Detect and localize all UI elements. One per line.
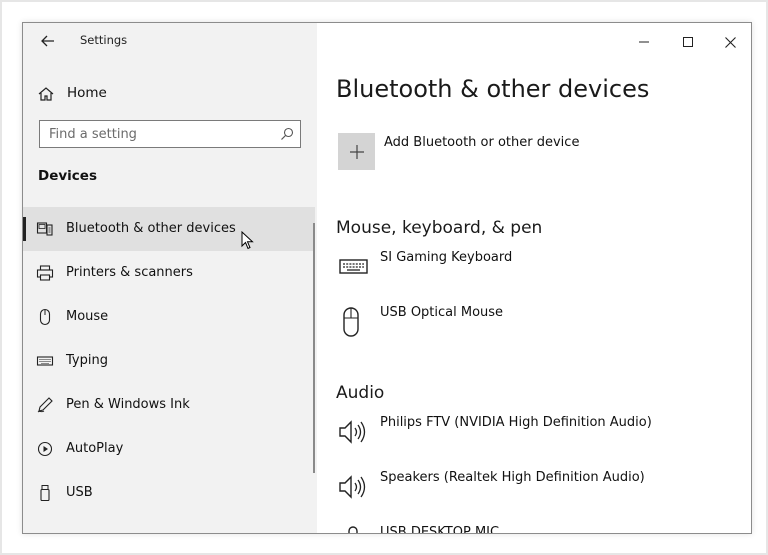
sidebar-item-label: Bluetooth & other devices [66,221,236,236]
sidebar-item-label: Mouse [66,309,109,324]
search-box[interactable] [39,120,301,148]
sidebar: Settings Home Devices Bluetooth & other … [23,23,317,533]
sidebar-item-bluetooth[interactable]: Bluetooth & other devices [23,207,315,251]
autoplay-icon [37,441,53,457]
maximize-button[interactable] [677,31,699,53]
home-icon [38,87,54,101]
maximize-icon [683,37,693,47]
sidebar-item-mouse[interactable]: Mouse [23,295,315,339]
device-item[interactable]: Philips FTV (NVIDIA High Definition Audi… [337,415,737,463]
speaker-icon [339,475,366,499]
section-title-devices: Devices [38,168,97,184]
group-title-audio: Audio [336,383,385,403]
sidebar-item-label: Printers & scanners [66,265,193,280]
group-title-input-devices: Mouse, keyboard, & pen [336,218,543,238]
main-content: Bluetooth & other devices Add Bluetooth … [317,23,751,534]
page-title: Bluetooth & other devices [336,75,650,103]
bluetooth-devices-icon [36,222,53,236]
plus-icon [349,144,364,159]
home-label: Home [67,85,107,101]
close-button[interactable] [719,31,741,53]
device-item[interactable]: Speakers (Realtek High Definition Audio) [337,470,737,518]
sidebar-item-usb[interactable]: USB [23,471,315,515]
home-button[interactable]: Home [23,79,317,111]
speaker-icon [339,420,366,444]
sidebar-item-autoplay[interactable]: AutoPlay [23,427,315,471]
app-title: Settings [80,33,128,47]
sidebar-item-label: AutoPlay [66,441,124,456]
search-icon[interactable] [280,127,294,141]
sidebar-item-label: Typing [66,353,108,368]
keyboard-icon [36,356,54,366]
search-input[interactable] [40,121,270,147]
mouse-cursor-icon [241,231,254,250]
sidebar-item-label: Pen & Windows Ink [66,397,190,412]
minimize-button[interactable] [633,31,655,53]
device-name: SI Gaming Keyboard [380,250,513,265]
close-icon [724,36,736,48]
device-name: USB Optical Mouse [380,305,504,320]
mouse-icon [39,308,51,326]
back-arrow-icon [41,35,54,47]
keyboard-icon [339,259,368,274]
microphone-icon [348,526,358,533]
sidebar-item-label: USB [66,485,93,500]
add-device-label[interactable]: Add Bluetooth or other device [384,135,579,150]
screenshot-frame: Settings Home Devices Bluetooth & other … [0,0,768,555]
usb-icon [40,485,50,502]
pen-icon [37,397,53,413]
device-name: Speakers (Realtek High Definition Audio) [380,470,645,485]
settings-window: Settings Home Devices Bluetooth & other … [22,22,752,534]
mouse-icon [343,307,359,337]
minimize-icon [639,41,649,43]
device-name: USB DESKTOP MIC [380,525,500,534]
add-device-button[interactable] [338,133,375,170]
sidebar-item-typing[interactable]: Typing [23,339,315,383]
device-name: Philips FTV (NVIDIA High Definition Audi… [380,415,652,430]
back-button[interactable] [35,28,61,54]
device-item[interactable]: USB DESKTOP MIC [337,525,737,534]
sidebar-item-pen[interactable]: Pen & Windows Ink [23,383,315,427]
device-item[interactable]: USB Optical Mouse [337,305,737,353]
device-item[interactable]: SI Gaming Keyboard [337,250,737,298]
sidebar-scrollbar[interactable] [313,223,315,473]
active-indicator [23,217,26,241]
sidebar-item-printers[interactable]: Printers & scanners [23,251,315,295]
printer-icon [36,265,54,281]
